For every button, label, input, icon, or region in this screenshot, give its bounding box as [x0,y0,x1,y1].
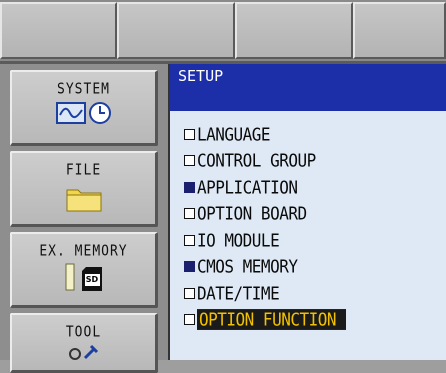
menu-item-language[interactable]: LANGUAGE [184,121,446,148]
folder-icon [66,186,102,216]
checkbox-icon [184,128,195,140]
menu-item-label: CMOS MEMORY [197,256,298,278]
checkbox-icon [184,287,195,299]
menu-item-label: CONTROL GROUP [197,150,316,172]
wrench-icon [67,344,101,364]
waveform-monitor-icon [55,102,86,128]
menu-item-option-board[interactable]: OPTION BOARD [184,201,446,228]
side-button-label: FILE [65,161,102,180]
side-button-file[interactable]: FILE [10,151,158,227]
menu-item-cmos-memory[interactable]: CMOS MEMORY [184,254,446,281]
menu-item-option-function[interactable]: OPTION FUNCTION [184,307,446,334]
checkbox-icon [184,234,195,246]
checkbox-icon [184,314,195,326]
menu-item-date-time[interactable]: DATE/TIME [184,280,446,307]
menu-item-label: LANGUAGE [197,123,271,145]
top-toolbar [0,0,446,61]
usb-stick-icon [65,263,75,295]
menu-item-label: DATE/TIME [197,282,280,304]
side-button-label: SYSTEM [57,80,110,99]
sd-card-label: SD [85,275,99,284]
filled-checkbox-icon [184,181,195,193]
sd-card-icon: SD [81,266,103,292]
menu-item-label: APPLICATION [197,176,298,198]
checkbox-icon [184,208,195,220]
toolbar-button-3[interactable] [235,2,353,59]
menu-item-label: OPTION BOARD [197,203,307,225]
filled-checkbox-icon [184,261,195,273]
menu-item-control-group[interactable]: CONTROL GROUP [184,148,446,175]
side-button-label: EX. MEMORY [39,242,128,261]
toolbar-button-4[interactable] [353,2,446,59]
side-menu: SYSTEM FILE EX. MEMORY SD TOOL [0,64,168,373]
side-button-tool[interactable]: TOOL [10,313,158,373]
setup-panel: SETUP LANGUAGE CONTROL GROUP APPLICATION… [168,64,446,360]
side-button-label: TOOL [65,323,102,342]
setup-menu: LANGUAGE CONTROL GROUP APPLICATION OPTIO… [170,111,446,333]
toolbar-button-1[interactable] [0,2,117,59]
menu-item-application[interactable]: APPLICATION [184,174,446,201]
side-button-system[interactable]: SYSTEM [10,70,158,146]
menu-item-io-module[interactable]: IO MODULE [184,227,446,254]
clock-icon [88,101,112,129]
panel-title: SETUP [170,64,446,111]
menu-item-label: OPTION FUNCTION [197,309,346,331]
toolbar-button-2[interactable] [117,2,235,59]
checkbox-icon [184,155,195,167]
menu-item-label: IO MODULE [197,229,280,251]
side-button-ex-memory[interactable]: EX. MEMORY SD [10,232,158,308]
